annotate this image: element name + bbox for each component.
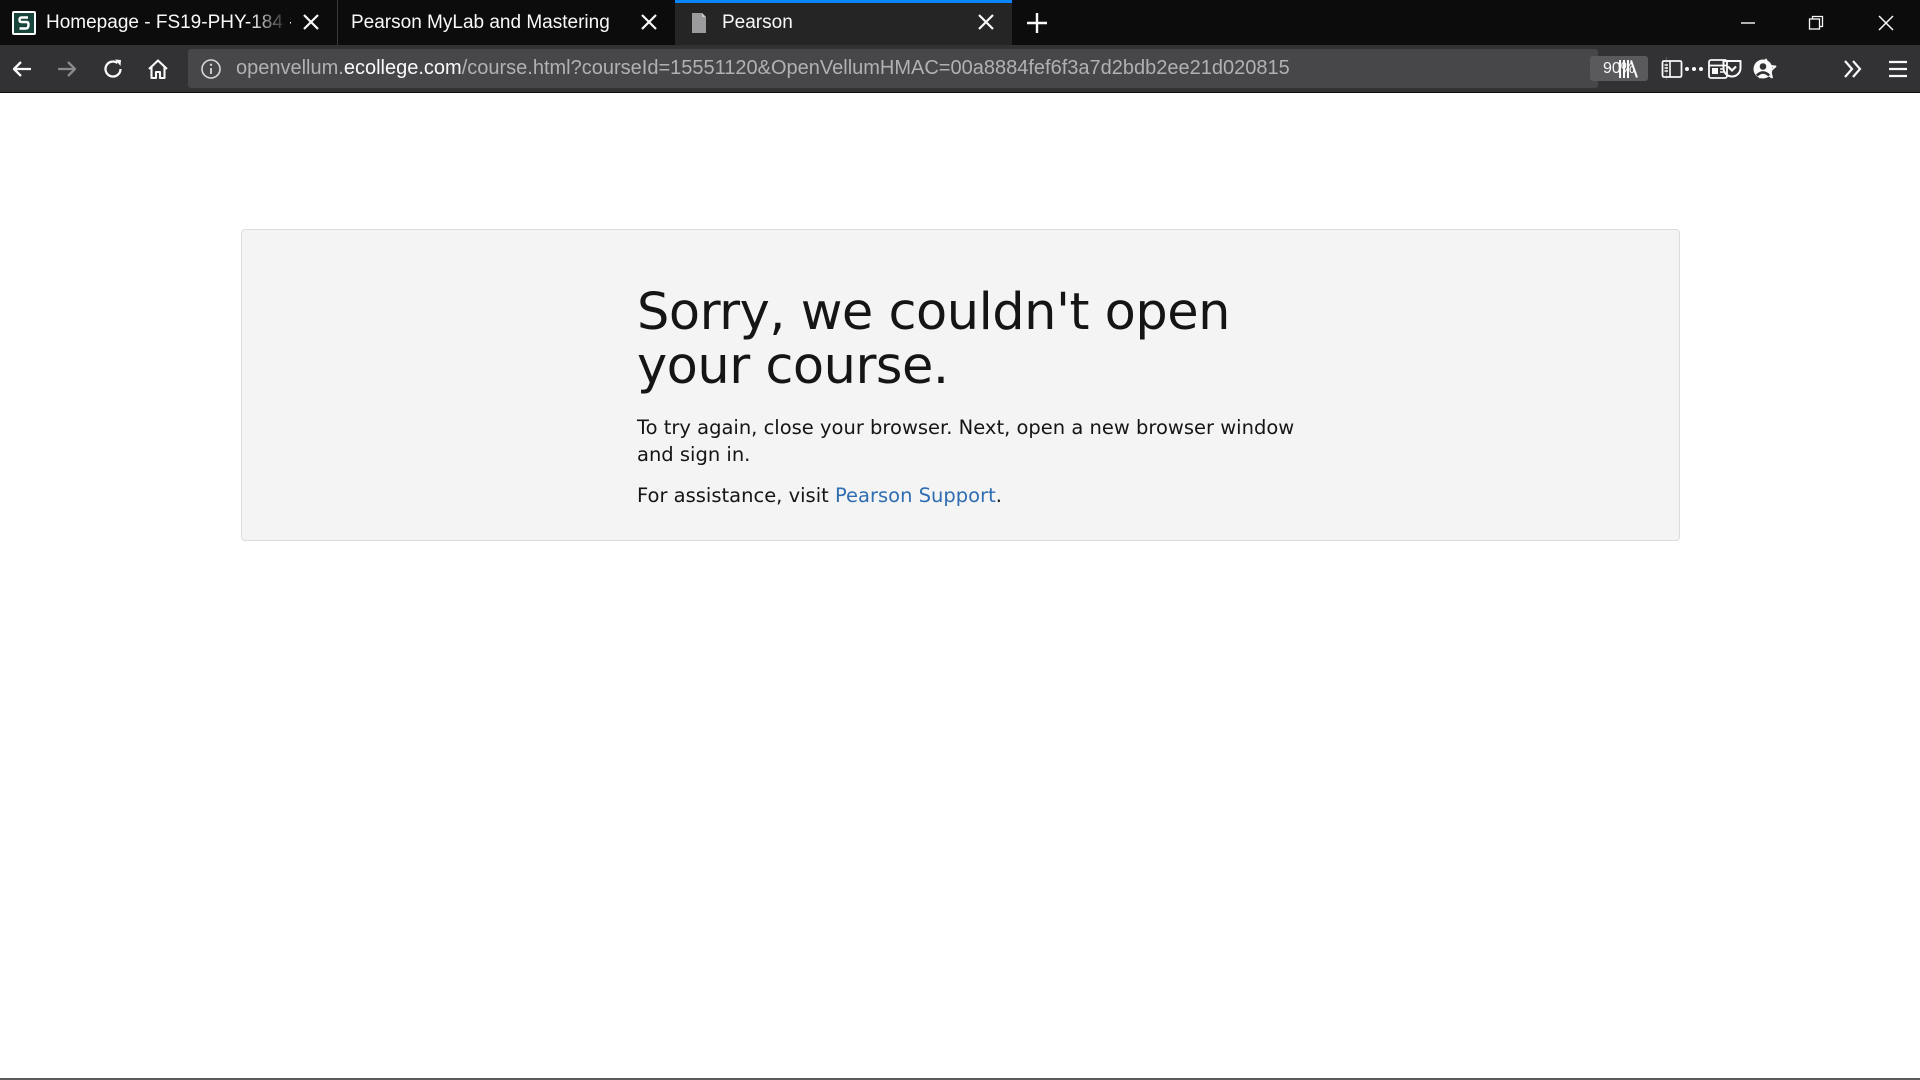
url-domain: ecollege.com: [343, 57, 462, 79]
close-window-icon: [1878, 14, 1894, 31]
close-icon[interactable]: [976, 12, 996, 32]
assistance-suffix: .: [995, 484, 1002, 507]
tab-homepage[interactable]: Homepage - FS19-PHY-184 - P: [0, 0, 337, 45]
back-arrow-icon[interactable]: [10, 57, 34, 81]
tab-title-fade: [250, 0, 290, 45]
page-content: Sorry, we couldn't open your course. To …: [0, 93, 1920, 1080]
restore-icon: [1808, 15, 1824, 30]
navigation-toolbar: openvellum.ecollege.com/course.html?cour…: [0, 45, 1920, 93]
assistance-prefix: For assistance, visit: [637, 484, 835, 507]
tab-pearson-mylab[interactable]: Pearson MyLab and Mastering: [338, 0, 675, 45]
sidebar-icon[interactable]: [1660, 57, 1684, 81]
page-icon: [692, 13, 706, 33]
forward-arrow-icon[interactable]: [55, 57, 79, 81]
error-title: Sorry, we couldn't open your course.: [637, 283, 1230, 396]
minimize-icon: [1741, 21, 1755, 24]
reload-icon[interactable]: [101, 57, 125, 81]
overflow-chevrons-icon[interactable]: [1841, 57, 1865, 81]
assistance-text: For assistance, visit Pearson Support.: [637, 482, 1317, 509]
close-window-button[interactable]: [1852, 0, 1920, 45]
library-icon[interactable]: [1616, 57, 1640, 81]
tab-title: Pearson: [722, 12, 793, 33]
url-prefix: openvellum.: [236, 57, 344, 79]
reader-view-icon[interactable]: [1706, 57, 1730, 81]
home-icon[interactable]: [146, 57, 170, 81]
error-message-block: Sorry, we couldn't open your course. To …: [637, 286, 1317, 509]
url-text[interactable]: openvellum.ecollege.com/course.html?cour…: [236, 49, 1576, 88]
minimize-button[interactable]: [1714, 0, 1782, 45]
close-icon[interactable]: [301, 12, 321, 32]
s-logo-icon: [12, 11, 36, 35]
error-message: To try again, close your browser. Next, …: [637, 416, 1295, 466]
address-bar[interactable]: openvellum.ecollege.com/course.html?cour…: [188, 49, 1777, 88]
url-path: /course.html?courseId=15551120&OpenVellu…: [461, 57, 1290, 79]
pearson-support-link[interactable]: Pearson Support: [835, 484, 996, 507]
tab-pearson[interactable]: Pearson: [675, 0, 1012, 45]
tab-title: Pearson MyLab and Mastering: [351, 12, 610, 33]
page-actions-more-icon[interactable]: [1682, 57, 1706, 81]
restore-button[interactable]: [1782, 0, 1850, 45]
site-info-icon[interactable]: [200, 58, 222, 80]
account-icon[interactable]: [1751, 57, 1775, 81]
tab-strip: Homepage - FS19-PHY-184 - P Pearson MyLa…: [0, 0, 1920, 45]
hamburger-menu-icon[interactable]: [1886, 57, 1910, 81]
new-tab-plus-icon[interactable]: [1022, 8, 1052, 38]
error-card: Sorry, we couldn't open your course. To …: [241, 229, 1680, 541]
close-icon[interactable]: [639, 12, 659, 32]
